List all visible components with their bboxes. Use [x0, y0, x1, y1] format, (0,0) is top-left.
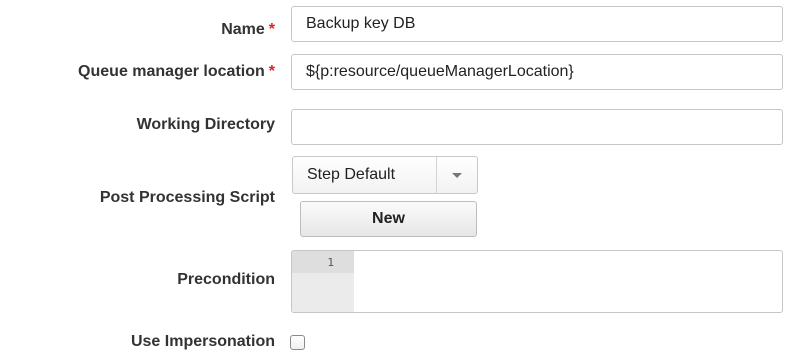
use-impersonation-label: Use Impersonation	[130, 333, 275, 350]
new-script-button[interactable]: New	[300, 201, 477, 237]
post-processing-script-value: Step Default	[307, 166, 396, 183]
chevron-down-icon	[452, 172, 462, 178]
name-input[interactable]: Backup key DB	[291, 6, 783, 42]
working-directory-label: Working Directory	[136, 116, 275, 133]
queue-manager-location-input[interactable]: ${p:resource/queueManagerLocation}	[291, 54, 783, 90]
post-processing-script-select[interactable]: Step Default	[292, 156, 478, 194]
queue-manager-location-label: Queue manager location *	[78, 63, 275, 81]
name-label: Name *	[221, 21, 275, 39]
queue-manager-location-label-text: Queue manager location	[78, 63, 265, 80]
required-asterisk: *	[268, 21, 275, 38]
active-line-gutter	[292, 251, 354, 273]
line-number-gutter: 1	[292, 251, 354, 312]
working-directory-input[interactable]	[291, 109, 783, 145]
precondition-label: Precondition	[177, 271, 275, 288]
step-properties-form: Name * Backup key DB Queue manager locati…	[0, 0, 795, 357]
name-label-text: Name	[221, 21, 265, 38]
dropdown-arrow[interactable]	[436, 157, 477, 193]
required-asterisk: *	[268, 63, 275, 80]
line-number: 1	[327, 256, 334, 269]
post-processing-script-label: Post Processing Script	[99, 189, 275, 206]
use-impersonation-checkbox[interactable]	[290, 335, 305, 350]
precondition-editor[interactable]: 1	[291, 250, 783, 313]
